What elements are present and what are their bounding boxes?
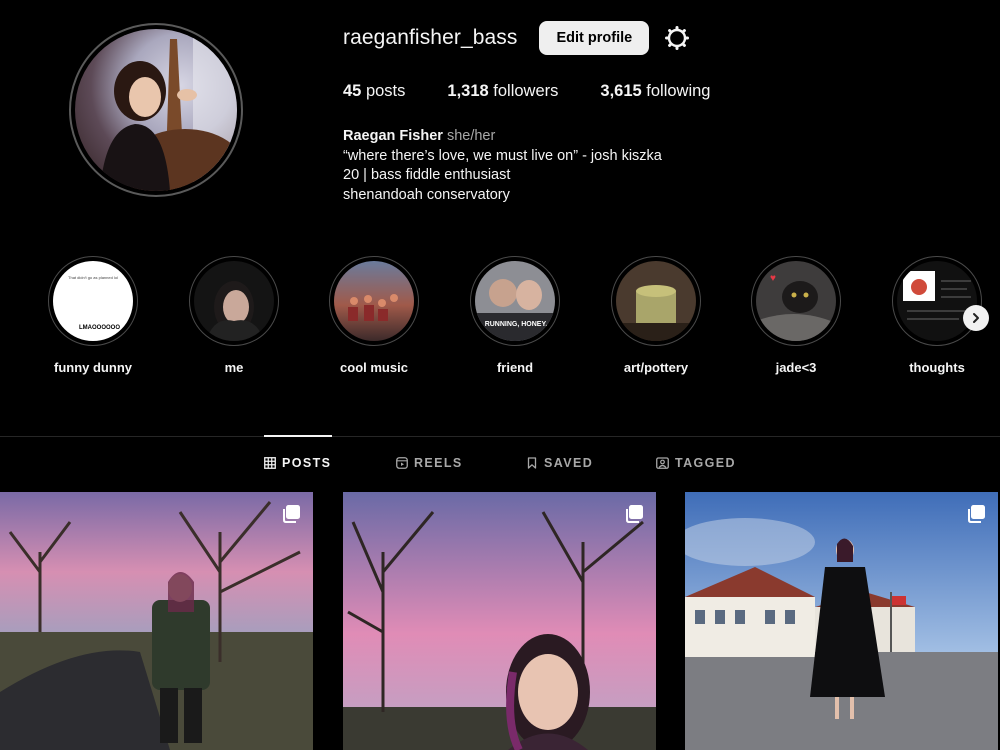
tab-saved[interactable]: SAVED [526, 456, 593, 470]
tagged-icon [656, 457, 669, 469]
reels-icon [396, 457, 408, 469]
svg-text:♥: ♥ [770, 273, 776, 284]
highlight-thumbnail [897, 261, 977, 341]
tab-posts[interactable]: POSTS [264, 456, 331, 470]
posts-stat: 45 posts [343, 82, 406, 100]
highlight-funny-dunny[interactable]: That didn't go as planned lol LMAOOOOOO … [33, 256, 153, 375]
highlight-me[interactable]: me [174, 256, 294, 375]
bio-line: 20 | bass fiddle enthusiast [343, 167, 511, 183]
following-stat[interactable]: 3,615 following [600, 82, 710, 101]
post-thumbnail[interactable] [343, 492, 656, 750]
multiple-photos-icon [281, 504, 301, 529]
highlight-label: friend [496, 360, 534, 375]
highlight-friend[interactable]: RUNNING, HONEY, friend [455, 256, 575, 375]
profile-tabs: POSTS REELS SAVED TAGGED [0, 456, 1000, 472]
username-row: raeganfisher_bass Edit profile [343, 20, 690, 56]
highlight-label: jade<3 [775, 360, 817, 375]
settings-icon[interactable] [664, 25, 690, 51]
highlight-thumbnail: ♥ [756, 261, 836, 341]
highlight-jade[interactable]: ♥ jade<3 [736, 256, 856, 375]
bookmark-icon [526, 457, 538, 469]
followers-stat[interactable]: 1,318 followers [447, 82, 558, 101]
story-highlights: That didn't go as planned lol LMAOOOOOO … [0, 256, 1000, 386]
post-thumbnail[interactable] [0, 492, 313, 750]
highlight-label: cool music [340, 360, 408, 375]
highlight-cool-music[interactable]: cool music [314, 256, 434, 375]
highlight-thumbnail [194, 261, 274, 341]
highlight-label: me [224, 360, 244, 375]
edit-profile-button[interactable]: Edit profile [539, 21, 650, 55]
post-thumbnail[interactable] [685, 492, 998, 750]
highlight-label: funny dunny [54, 360, 132, 375]
tabs-divider [0, 436, 1000, 437]
highlight-thumbnail [334, 261, 414, 341]
highlights-next-button[interactable] [963, 305, 989, 331]
highlight-thumbnail [616, 261, 696, 341]
chevron-right-icon [973, 313, 979, 323]
profile-avatar-ring[interactable] [69, 23, 243, 197]
tab-reels[interactable]: REELS [396, 456, 463, 470]
active-tab-indicator [264, 435, 332, 437]
highlight-thumbnail: That didn't go as planned lol LMAOOOOOO [53, 261, 133, 341]
highlight-thumbnail: RUNNING, HONEY, [475, 261, 555, 341]
highlight-label: thoughts [909, 360, 965, 375]
tab-tagged[interactable]: TAGGED [656, 456, 736, 470]
pronouns: she/her [446, 128, 496, 144]
highlight-label: art/pottery [623, 360, 689, 375]
bio-line: “where there’s love, we must live on” - … [343, 147, 662, 164]
multiple-photos-icon [624, 504, 644, 529]
grid-icon [264, 457, 276, 469]
display-name: Raegan Fisher [343, 128, 443, 144]
multiple-photos-icon [966, 504, 986, 529]
avatar [75, 29, 237, 191]
bio-line: shenandoah conservatory [343, 186, 510, 203]
highlight-art-pottery[interactable]: art/pottery [596, 256, 716, 375]
profile-bio: Raegan Fisher she/her “where there’s lov… [343, 127, 662, 205]
username: raeganfisher_bass [343, 26, 518, 49]
profile-stats: 45 posts 1,318 followers 3,615 following [343, 82, 753, 101]
